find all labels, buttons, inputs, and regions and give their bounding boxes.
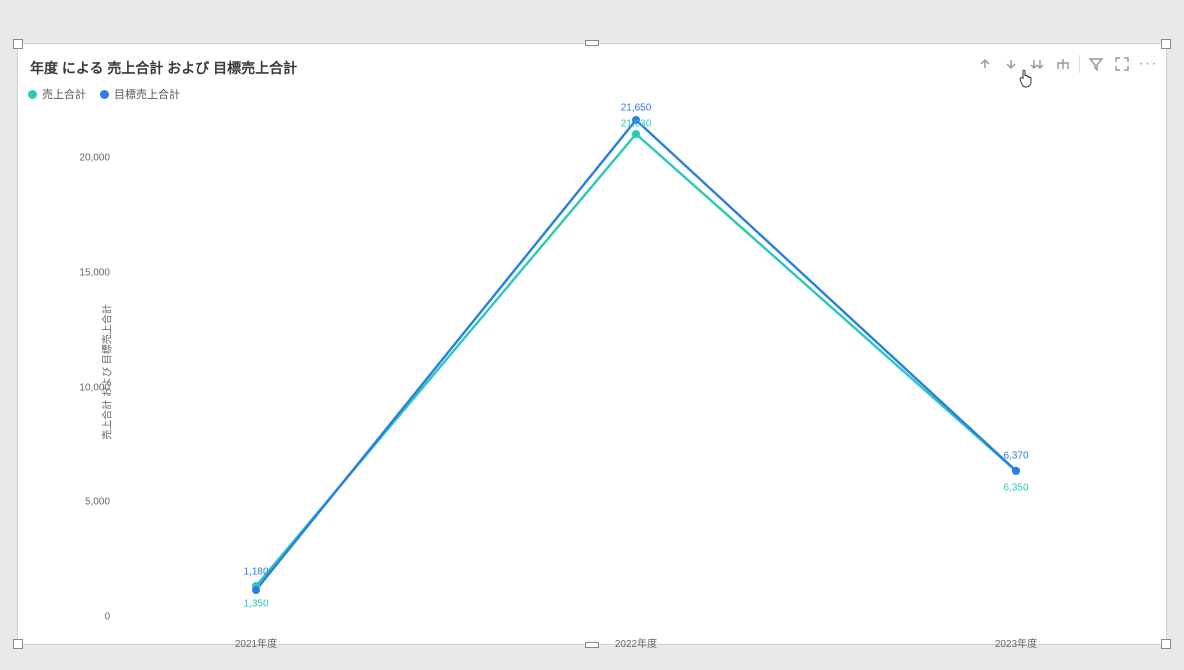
resize-handle-bottom-middle[interactable] [585,642,599,648]
legend: 売上合計 目標売上合計 [28,86,180,102]
drill-up-button[interactable] [973,52,997,76]
more-options-button[interactable]: ··· [1136,52,1160,76]
drill-down-button[interactable] [999,52,1023,76]
legend-item-series1[interactable]: 売上合計 [28,86,86,102]
data-label-s1-2: 6,350 [1003,483,1028,494]
resize-handle-bottom-left[interactable] [13,639,23,649]
legend-dot-series1 [28,90,37,99]
x-tick-2022: 2022年度 [615,635,657,650]
chart-title: 年度 による 売上合計 および 目標売上合計 [30,58,297,78]
expand-all-down-button[interactable] [1025,52,1049,76]
data-label-s2-1: 21,650 [621,103,652,114]
filter-button[interactable] [1084,52,1108,76]
plot-area[interactable]: 売上合計 および 目標売上合計 0 5,000 10,000 15,000 20… [66,112,1156,632]
resize-handle-top-middle[interactable] [585,40,599,46]
data-label-s1-0: 1,350 [243,599,268,610]
data-label-s1-1: 21,030 [621,119,652,130]
legend-dot-series2 [100,90,109,99]
chart-lines [66,112,1156,632]
resize-handle-top-left[interactable] [13,39,23,49]
legend-label-series1: 売上合計 [42,86,86,102]
toolbar-divider [1079,55,1080,73]
x-tick-2023: 2023年度 [995,635,1037,650]
expand-hierarchy-button[interactable] [1051,52,1075,76]
visual-toolbar: ··· [973,52,1160,76]
focus-mode-button[interactable] [1110,52,1134,76]
chart-visual[interactable]: 年度 による 売上合計 および 目標売上合計 売上合計 目標売上合計 [18,44,1166,644]
data-label-s2-0: 1,180 [243,567,268,578]
x-tick-2021: 2021年度 [235,635,277,650]
legend-item-series2[interactable]: 目標売上合計 [100,86,180,102]
resize-handle-bottom-right[interactable] [1161,639,1171,649]
data-label-s2-2: 6,370 [1003,451,1028,462]
legend-label-series2: 目標売上合計 [114,86,180,102]
resize-handle-top-right[interactable] [1161,39,1171,49]
